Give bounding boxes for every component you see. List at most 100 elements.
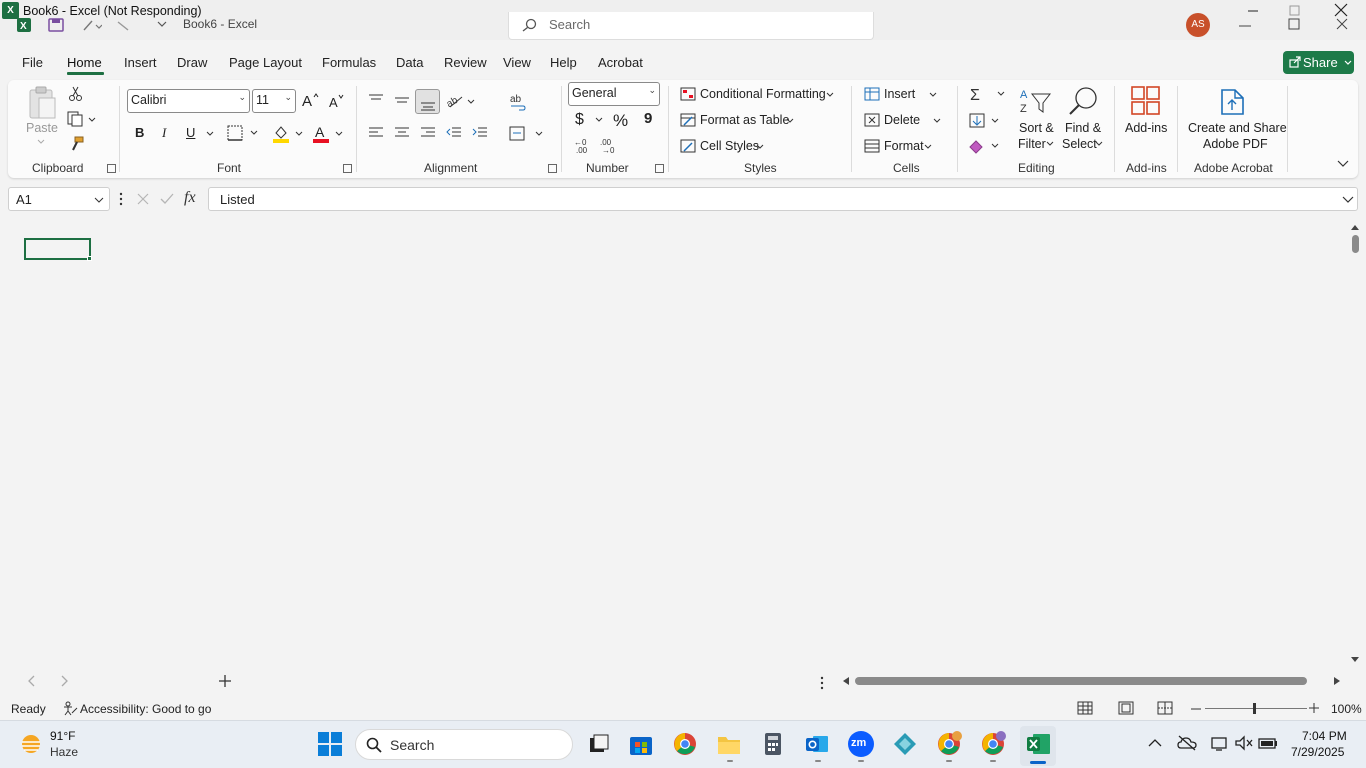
calculator-icon[interactable] xyxy=(760,731,786,757)
zoom-in-icon[interactable] xyxy=(1309,703,1319,713)
alignment-launcher-icon[interactable] xyxy=(548,164,557,173)
find-select-icon[interactable] xyxy=(1067,86,1099,116)
font-color-icon[interactable]: A xyxy=(312,124,344,144)
minimize-button[interactable] xyxy=(1230,0,1276,22)
find-select-label-2[interactable]: Select xyxy=(1062,137,1097,151)
italic-button[interactable]: I xyxy=(162,125,166,141)
vertical-scrollbar-thumb[interactable] xyxy=(1352,235,1359,253)
add-sheet-icon[interactable] xyxy=(219,675,231,687)
user-avatar[interactable]: AS xyxy=(1186,13,1210,37)
format-as-table-icon[interactable] xyxy=(680,113,696,127)
tab-review[interactable]: Review xyxy=(444,55,487,70)
decrease-decimal-icon[interactable]: .00 →0 xyxy=(598,138,618,154)
task-view-icon[interactable] xyxy=(585,731,611,757)
chevron-down-icon[interactable] xyxy=(756,144,764,150)
number-format-combo[interactable]: General ⌄ xyxy=(568,82,660,106)
active-cell[interactable] xyxy=(24,238,91,260)
scroll-left-icon[interactable] xyxy=(841,676,851,686)
fill-handle[interactable] xyxy=(87,256,92,261)
scroll-right-icon[interactable] xyxy=(1332,676,1342,686)
taskbar-search[interactable]: Search xyxy=(355,729,573,760)
bold-button[interactable]: B xyxy=(135,125,144,140)
excel-taskbar-button[interactable] xyxy=(1020,726,1056,766)
insert-function-button[interactable]: fx xyxy=(184,189,196,207)
merge-center-icon[interactable] xyxy=(509,126,545,142)
confirm-entry-icon[interactable] xyxy=(159,192,175,206)
tab-formulas[interactable]: Formulas xyxy=(322,55,376,70)
file-explorer-icon[interactable] xyxy=(716,731,742,757)
sort-filter-label-2[interactable]: Filter xyxy=(1018,137,1046,151)
page-break-view-icon[interactable] xyxy=(1157,701,1173,715)
insert-cells-icon[interactable] xyxy=(864,87,880,101)
zoom-level[interactable]: 100% xyxy=(1331,702,1362,716)
currency-chevron-icon[interactable] xyxy=(595,117,603,123)
font-launcher-icon[interactable] xyxy=(343,164,352,173)
sheet-options-icon[interactable] xyxy=(820,676,824,690)
chevron-down-icon[interactable] xyxy=(929,92,937,98)
underline-chevron-icon[interactable] xyxy=(206,131,214,137)
weather-desc[interactable]: Haze xyxy=(50,745,78,759)
show-hidden-icons[interactable] xyxy=(1148,738,1162,748)
cell-styles-icon[interactable] xyxy=(680,139,696,153)
chrome-icon[interactable] xyxy=(672,731,698,757)
page-layout-view-icon[interactable] xyxy=(1118,701,1134,715)
share-button[interactable]: Share xyxy=(1283,51,1354,74)
insert-cells-button[interactable]: Insert xyxy=(884,87,915,101)
fill-color-icon[interactable] xyxy=(272,124,304,144)
zoom-slider-thumb[interactable] xyxy=(1253,703,1256,714)
ribbon-collapse-icon[interactable] xyxy=(1337,160,1349,168)
chrome-profile-2-icon[interactable] xyxy=(980,731,1006,757)
name-box[interactable]: A1 xyxy=(8,187,110,211)
expand-formula-icon[interactable] xyxy=(1342,196,1354,204)
paste-label[interactable]: Paste xyxy=(26,121,58,135)
create-pdf-label-2[interactable]: Adobe PDF xyxy=(1203,137,1268,151)
weather-icon[interactable] xyxy=(18,731,44,757)
delete-cells-icon[interactable] xyxy=(864,113,880,127)
accessibility-status[interactable]: Accessibility: Good to go xyxy=(80,702,211,716)
increase-font-icon[interactable]: A xyxy=(302,92,320,108)
chevron-down-icon[interactable] xyxy=(94,197,104,203)
chevron-down-icon[interactable] xyxy=(933,118,941,124)
orientation-icon[interactable]: ab xyxy=(446,93,476,109)
sheet-next-icon[interactable] xyxy=(59,675,69,687)
chevron-down-icon[interactable] xyxy=(1046,141,1054,147)
find-select-label-1[interactable]: Find & xyxy=(1065,121,1101,135)
increase-decimal-icon[interactable]: ←0.00 xyxy=(572,138,592,154)
accessibility-icon[interactable] xyxy=(62,701,78,717)
worksheet-area[interactable] xyxy=(0,218,1348,668)
align-top-icon[interactable] xyxy=(368,93,384,105)
increase-indent-icon[interactable] xyxy=(472,127,488,139)
format-painter-icon[interactable] xyxy=(67,136,85,152)
tab-insert[interactable]: Insert xyxy=(124,55,157,70)
search-box[interactable]: Search xyxy=(508,12,874,40)
paste-chevron-icon[interactable] xyxy=(37,139,45,145)
windows-start-icon[interactable] xyxy=(318,732,342,756)
fill-icon[interactable] xyxy=(968,113,1002,129)
normal-view-icon[interactable] xyxy=(1077,701,1093,715)
wrap-text-icon[interactable]: ab xyxy=(509,93,527,111)
currency-button[interactable]: $ xyxy=(575,111,584,129)
font-name-combo[interactable]: Calibri ⌄ xyxy=(127,89,250,113)
tab-help[interactable]: Help xyxy=(550,55,577,70)
redo-icon[interactable] xyxy=(116,18,130,32)
autosum-icon[interactable]: Σ xyxy=(970,86,1010,102)
horizontal-scrollbar-thumb[interactable] xyxy=(855,677,1307,685)
onedrive-icon[interactable] xyxy=(1177,735,1197,751)
undo-icon[interactable] xyxy=(82,18,102,32)
zoom-slider-track[interactable] xyxy=(1205,708,1307,709)
conditional-formatting-button[interactable]: Conditional Formatting xyxy=(700,87,826,101)
format-as-table-button[interactable]: Format as Table xyxy=(700,113,789,127)
chevron-down-icon[interactable] xyxy=(1095,141,1103,147)
format-cells-button[interactable]: Format xyxy=(884,139,924,153)
align-right-icon[interactable] xyxy=(420,127,436,139)
zoom-out-icon[interactable] xyxy=(1191,708,1201,710)
decrease-font-icon[interactable]: A xyxy=(329,93,345,109)
paste-icon[interactable] xyxy=(27,86,57,120)
delete-cells-button[interactable]: Delete xyxy=(884,113,920,127)
formula-input[interactable]: Listed xyxy=(208,187,1358,211)
align-bottom-button[interactable] xyxy=(415,89,440,114)
network-icon[interactable] xyxy=(1209,735,1229,751)
align-left-icon[interactable] xyxy=(368,127,384,139)
tab-view[interactable]: View xyxy=(503,55,531,70)
chevron-down-icon[interactable] xyxy=(786,118,794,124)
